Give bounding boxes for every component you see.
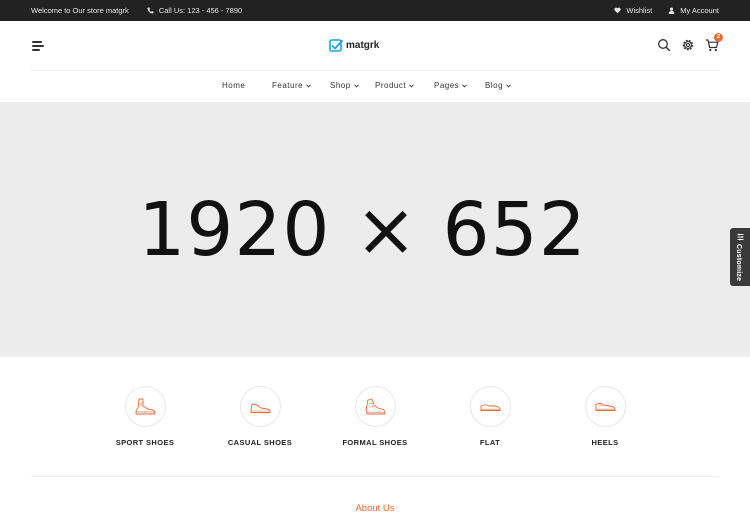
chevron-down-icon — [462, 84, 468, 87]
wishlist-link[interactable]: Wishlist — [614, 6, 652, 15]
nav-item-home[interactable]: Home — [222, 81, 245, 90]
heart-icon — [614, 7, 622, 14]
nav-label: Product — [375, 81, 407, 90]
category-icon-circle — [354, 386, 396, 427]
welcome-text: Welcome to Our store matgrk — [31, 6, 129, 15]
category-label: HEELS — [591, 438, 619, 447]
casual-shoe-icon — [250, 403, 271, 413]
cart-count-badge: 2 — [714, 33, 723, 42]
wishlist-label: Wishlist — [626, 6, 653, 15]
nav-item-feature[interactable]: Feature — [272, 81, 311, 90]
my-account-link[interactable]: My Account — [668, 6, 719, 15]
category-formal-shoes[interactable]: FORMAL SHOES — [330, 386, 420, 447]
formal-shoe-icon — [365, 398, 386, 414]
header-icons: 2 — [647, 33, 723, 52]
nav-label: Blog — [485, 81, 504, 90]
customize-label: Customize — [735, 244, 742, 282]
my-account-label: My Account — [680, 6, 719, 15]
logo-text: matgrk — [346, 39, 380, 51]
category-label: FLAT — [479, 438, 501, 447]
category-strip: SPORT SHOES CASUAL SHOES FORMAL SHOES FL… — [0, 386, 750, 456]
category-icon-circle — [124, 386, 166, 427]
main-nav: Home Feature Shop Product Pages Blog — [0, 71, 750, 102]
category-heels[interactable]: HEELS — [560, 386, 650, 447]
hero-placeholder-text: 1920 × 652 — [138, 187, 587, 273]
customize-tab[interactable]: Customize — [730, 228, 750, 286]
phone-text: Call Us: 123 - 456 - 7890 — [158, 6, 243, 15]
search-icon[interactable] — [657, 38, 671, 52]
hero-banner: 1920 × 652 — [0, 102, 750, 357]
menu-toggle-icon[interactable] — [32, 40, 44, 51]
category-flat[interactable]: FLAT — [445, 386, 535, 447]
nav-label: Home — [222, 81, 246, 90]
nav-label: Shop — [330, 81, 351, 90]
nav-item-pages[interactable]: Pages — [434, 81, 468, 90]
phone-icon — [147, 7, 154, 14]
logo-mark-icon — [329, 39, 343, 52]
category-label: FORMAL SHOES — [342, 438, 408, 447]
category-sport-shoes[interactable]: SPORT SHOES — [100, 386, 190, 447]
site-header: matgrk 2 — [0, 21, 750, 71]
heel-shoe-icon — [595, 403, 616, 411]
top-bar: Welcome to Our store matgrk Call Us: 123… — [0, 0, 750, 21]
nav-item-blog[interactable]: Blog — [485, 81, 511, 90]
category-casual-shoes[interactable]: CASUAL SHOES — [215, 386, 305, 447]
category-icon-circle — [469, 386, 511, 427]
category-label: SPORT SHOES — [115, 438, 175, 447]
sport-shoe-icon — [135, 398, 156, 414]
about-us-heading: About Us — [355, 503, 395, 514]
chevron-down-icon — [506, 84, 511, 87]
cart-icon[interactable]: 2 — [705, 33, 723, 52]
chevron-down-icon — [306, 84, 311, 87]
nav-label: Pages — [434, 81, 460, 90]
category-icon-circle — [239, 386, 281, 427]
phone-info: Call Us: 123 - 456 - 7890 — [147, 6, 242, 15]
sliders-icon — [737, 233, 744, 241]
chevron-down-icon — [409, 84, 414, 87]
flat-shoe-icon — [480, 403, 501, 411]
category-label: CASUAL SHOES — [227, 438, 293, 447]
settings-gear-icon[interactable] — [681, 38, 695, 52]
top-bar-left: Welcome to Our store matgrk Call Us: 123… — [31, 0, 242, 21]
site-logo[interactable]: matgrk — [329, 37, 379, 53]
nav-item-product[interactable]: Product — [375, 81, 414, 90]
user-icon — [668, 7, 675, 14]
top-bar-right: Wishlist My Account — [598, 0, 719, 21]
nav-item-shop[interactable]: Shop — [330, 81, 359, 90]
nav-label: Feature — [272, 81, 304, 90]
chevron-down-icon — [353, 84, 359, 87]
category-icon-circle — [584, 386, 626, 427]
section-divider — [31, 476, 719, 477]
